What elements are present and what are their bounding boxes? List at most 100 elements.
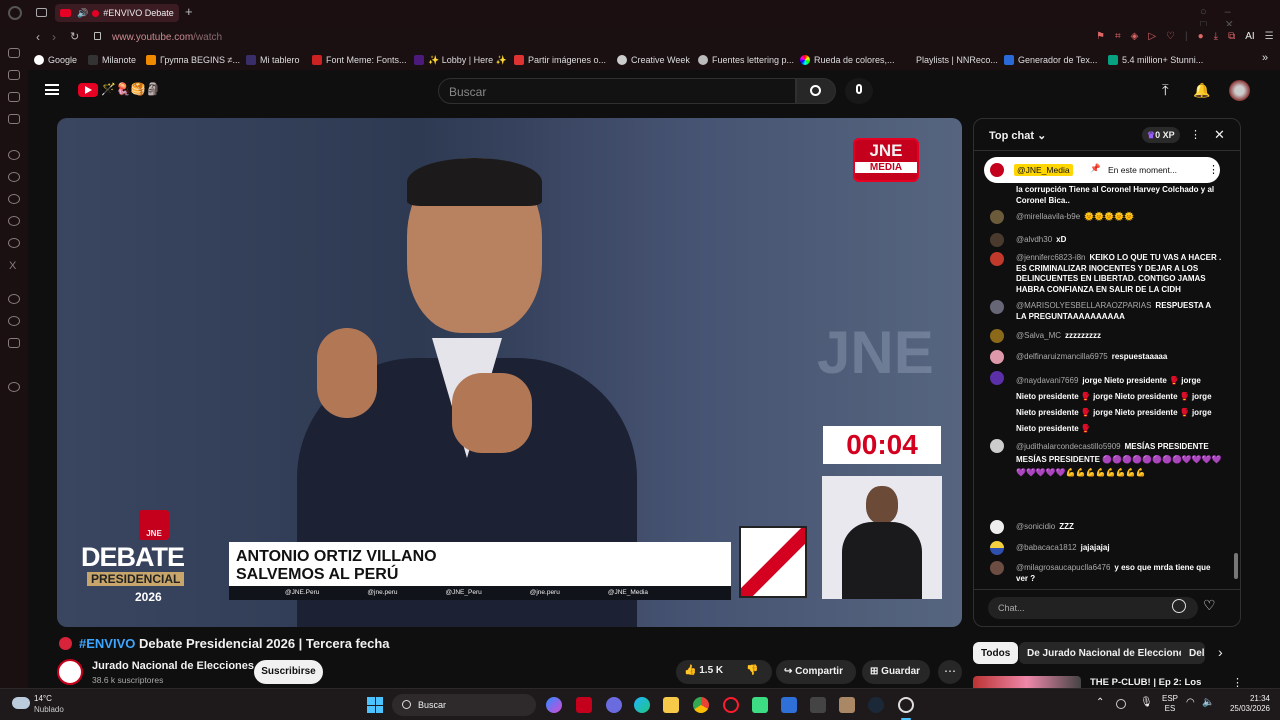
bookmark-item[interactable]: Группа BEGINS ≠... xyxy=(146,53,240,67)
subscribe-button[interactable]: Suscribirse xyxy=(254,660,323,684)
chat-author[interactable]: @sonicidio xyxy=(1016,522,1055,531)
file-explorer-icon[interactable] xyxy=(663,697,679,713)
taskbar-search[interactable]: Buscar xyxy=(392,694,536,716)
bookmark-item[interactable]: Rueda de colores,... xyxy=(800,53,895,67)
bookmark-item[interactable]: 5.4 million+ Stunni... xyxy=(1108,53,1203,67)
chat-author[interactable]: @mirellaavila-b9e xyxy=(1016,212,1080,221)
sidebar-icon-6[interactable] xyxy=(8,172,20,182)
bookmark-item[interactable]: Playlists | NNReco... xyxy=(916,53,998,67)
download-toolbar-icon[interactable]: ⤓ xyxy=(1214,31,1218,42)
play-icon[interactable]: ▷ xyxy=(1148,31,1156,42)
video-player[interactable]: JNE JNE MEDIA 00:04 JNE DEBATE PRESIDENC… xyxy=(57,118,962,627)
taskbar-app-icon[interactable] xyxy=(752,697,768,713)
history-icon[interactable] xyxy=(8,316,20,326)
menu-icon[interactable]: ☰ xyxy=(1265,31,1274,42)
opera-gx-icon-active[interactable] xyxy=(898,697,914,713)
volume-icon[interactable]: 🔈 xyxy=(1202,697,1214,708)
more-bookmarks-icon[interactable]: » xyxy=(1262,52,1268,64)
bookmark-item[interactable]: Milanote xyxy=(88,53,136,67)
bookmark-item[interactable]: Generador de Tex... xyxy=(1004,53,1097,67)
menu-hamburger-icon[interactable] xyxy=(45,84,59,95)
bookmark-item[interactable]: ✨ Lobby | Here ✨ xyxy=(414,53,507,67)
ai-button[interactable]: AI xyxy=(1245,31,1254,42)
xp-badge[interactable]: ♛0 XP xyxy=(1142,127,1180,143)
tray-app-icon[interactable] xyxy=(1116,699,1126,709)
wifi-icon[interactable]: ◠ xyxy=(1186,697,1195,708)
bookmark-item[interactable]: Creative Week xyxy=(617,53,690,67)
shield-icon[interactable]: ◈ xyxy=(1131,31,1139,42)
forward-icon[interactable]: › xyxy=(52,30,56,44)
taskbar-app-icon[interactable] xyxy=(810,697,826,713)
chat-author[interactable]: @jenniferc6823-i8n xyxy=(1016,253,1086,262)
avatar[interactable] xyxy=(1229,80,1250,101)
weather-desc[interactable]: Nublado xyxy=(34,705,64,714)
browser-logo-icon[interactable] xyxy=(8,6,22,20)
bookmark-item[interactable]: Fuentes lettering p... xyxy=(698,53,794,67)
microphone-tray-icon[interactable]: 🎙 xyxy=(1140,697,1153,708)
new-tab-button[interactable]: + xyxy=(185,4,193,19)
save-button[interactable]: ⊞ Guardar xyxy=(862,660,930,684)
chat-author[interactable]: @naydavani7669 xyxy=(1016,376,1078,385)
back-icon[interactable]: ‹ xyxy=(36,30,40,44)
screenshot-icon[interactable]: ⌗ xyxy=(1115,31,1121,42)
opera-icon[interactable] xyxy=(723,697,739,713)
bookmark-item[interactable]: Font Meme: Fonts... xyxy=(312,53,407,67)
sidebar-icon-2[interactable] xyxy=(8,70,20,80)
chat-author[interactable]: @babacaca1812 xyxy=(1016,543,1077,552)
edge-icon[interactable] xyxy=(634,697,650,713)
steam-icon[interactable] xyxy=(868,697,884,713)
x-icon[interactable]: X xyxy=(9,260,16,272)
heart-icon[interactable]: ♡ xyxy=(1166,31,1175,42)
taskbar-app-icon[interactable] xyxy=(576,697,592,713)
start-button[interactable] xyxy=(367,697,383,713)
sidebar-icon-5[interactable] xyxy=(8,150,20,160)
upload-icon[interactable]: ⤒ xyxy=(1162,82,1169,99)
close-icon[interactable]: ✕ xyxy=(1214,127,1225,143)
sidebar-icon-10[interactable] xyxy=(8,294,20,304)
profile-icon[interactable]: ● xyxy=(1198,31,1204,42)
sidebar-icon-7[interactable] xyxy=(8,194,20,204)
pinned-message[interactable]: @JNE_Media 📌 En este moment... ⋮ xyxy=(984,157,1220,183)
more-actions-button[interactable]: ⋯ xyxy=(938,660,962,684)
chat-author[interactable]: @alvdh30 xyxy=(1016,235,1052,244)
download-icon[interactable] xyxy=(8,338,20,348)
chat-author[interactable]: @Salva_MC xyxy=(1016,331,1061,340)
chat-input[interactable]: Chat... xyxy=(988,597,1198,619)
sidebar-icon-1[interactable] xyxy=(8,48,20,58)
youtube-logo[interactable] xyxy=(78,83,98,97)
taskbar-app-icon[interactable] xyxy=(839,697,855,713)
weather-temp[interactable]: 14°C xyxy=(34,694,52,703)
bookmark-item[interactable]: Google xyxy=(34,53,77,67)
sidebar-icon-4[interactable] xyxy=(8,114,20,124)
chat-author[interactable]: @milagrosaucapuclla6476 xyxy=(1016,563,1110,572)
recommended-title[interactable]: THE P-CLUB! | Ep 2: Los xyxy=(1090,677,1201,688)
settings-icon[interactable] xyxy=(8,382,20,392)
chip-all[interactable]: Todos xyxy=(973,642,1019,664)
like-button[interactable]: 👍 1.5 K xyxy=(684,665,723,676)
chip-partial[interactable]: Del xyxy=(1181,642,1205,664)
speaker-icon[interactable]: 🔊 xyxy=(77,8,88,19)
taskbar-app-icon[interactable] xyxy=(781,697,797,713)
dislike-button[interactable]: 👎 xyxy=(746,665,758,676)
bell-icon[interactable]: 🔔 xyxy=(1193,82,1210,99)
url-field[interactable]: www.youtube.com/watch xyxy=(112,32,222,43)
chip-channel[interactable]: De Jurado Nacional de Elecciones xyxy=(1019,642,1198,664)
clock[interactable]: 21:34 25/03/2026 xyxy=(1222,694,1270,714)
emoji-icon[interactable] xyxy=(1172,599,1186,613)
recommended-thumbnail[interactable] xyxy=(973,676,1081,688)
bookmark-item[interactable]: Mi tablero xyxy=(246,53,300,67)
chat-author[interactable]: @MARISOLYESBELLARAOZPARIAS xyxy=(1016,301,1151,310)
sidebar-icon-9[interactable] xyxy=(8,238,20,248)
pinned-more-icon[interactable]: ⋮ xyxy=(1208,163,1219,176)
channel-name[interactable]: Jurado Nacional de Elecciones xyxy=(92,660,254,672)
sidebar-icon-3[interactable] xyxy=(8,92,20,102)
heart-reaction-icon[interactable]: ♡ xyxy=(1203,597,1216,614)
chat-author[interactable]: @judithalarcondecastillo5909 xyxy=(1016,442,1121,451)
tray-chevron-icon[interactable]: ⌃ xyxy=(1096,697,1104,708)
share-button[interactable]: ↪ Compartir xyxy=(776,660,856,684)
weather-cloud-icon[interactable] xyxy=(12,697,30,709)
reload-icon[interactable]: ↻ xyxy=(70,30,79,43)
chrome-icon[interactable] xyxy=(693,697,709,713)
workspaces-icon[interactable] xyxy=(36,8,47,17)
bookmark-item[interactable]: Partir imágenes o... xyxy=(514,53,606,67)
